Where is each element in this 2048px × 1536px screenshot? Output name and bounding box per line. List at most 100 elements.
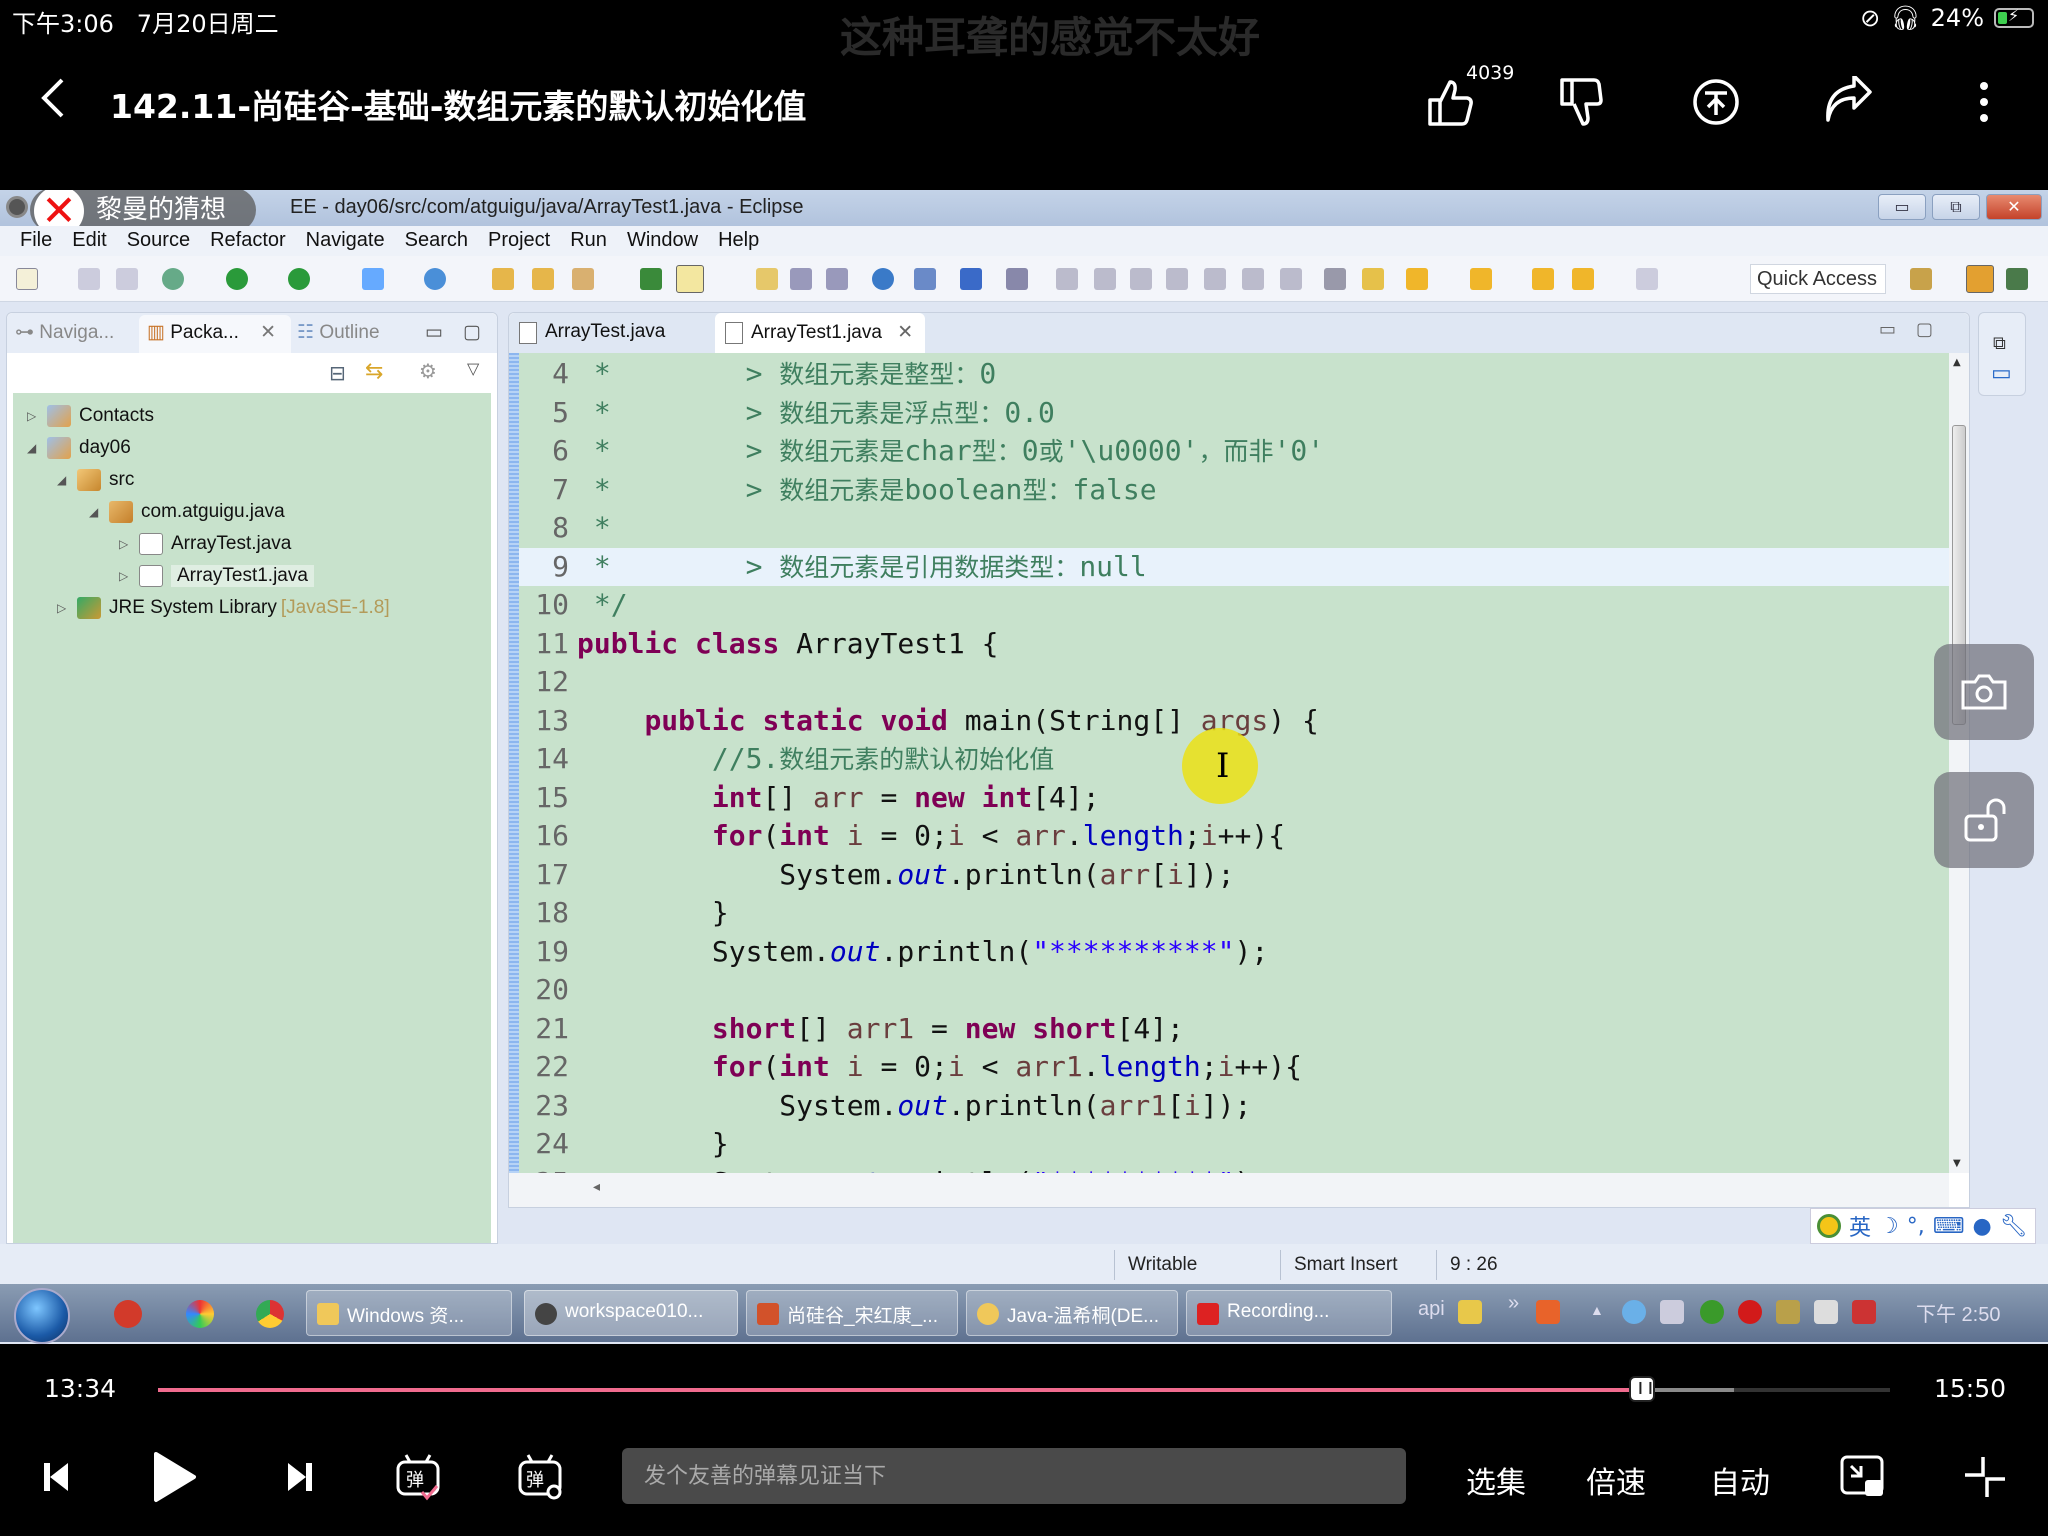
weather-icon[interactable] bbox=[1622, 1300, 1646, 1324]
whitespace-icon[interactable] bbox=[826, 268, 848, 290]
next-button[interactable] bbox=[282, 1450, 318, 1504]
coin-button[interactable] bbox=[1686, 72, 1746, 132]
play-button[interactable] bbox=[150, 1450, 200, 1504]
editor-tab-arraytest[interactable]: ArrayTest.java bbox=[509, 313, 677, 353]
danmaku-toggle-button[interactable]: 弹 bbox=[394, 1450, 444, 1504]
code-line[interactable]: 12 bbox=[519, 663, 1949, 702]
link-with-editor-icon[interactable]: ⇆ bbox=[365, 359, 383, 384]
ime-keyboard-icon[interactable]: ⌨ bbox=[1933, 1214, 1965, 1239]
menu-window[interactable]: Window bbox=[617, 226, 708, 256]
ime-punct-icon[interactable]: °, bbox=[1907, 1214, 1925, 1239]
security-icon[interactable] bbox=[1700, 1300, 1724, 1324]
terminate-icon[interactable] bbox=[1130, 268, 1152, 290]
last-edit-location-icon[interactable] bbox=[1532, 268, 1554, 290]
save-icon[interactable] bbox=[78, 268, 100, 290]
view-menu-icon[interactable]: ▽ bbox=[467, 359, 479, 378]
console-icon[interactable] bbox=[960, 268, 982, 290]
menu-file[interactable]: File bbox=[10, 226, 62, 256]
skip-breakpoints-icon[interactable] bbox=[1006, 268, 1028, 290]
code-line[interactable]: 17 System.out.println(arr[i]); bbox=[519, 856, 1949, 895]
horizontal-scrollbar[interactable]: ◂ bbox=[509, 1173, 1949, 1207]
open-resource-icon[interactable] bbox=[532, 268, 554, 290]
pip-button[interactable] bbox=[1838, 1450, 1888, 1504]
display-icon[interactable] bbox=[1852, 1300, 1876, 1324]
ime-moon-icon[interactable]: ☽ bbox=[1879, 1214, 1899, 1239]
menu-help[interactable]: Help bbox=[708, 226, 769, 256]
restore-view-icon[interactable]: ⧉ bbox=[1993, 333, 2006, 354]
progress-bar[interactable] bbox=[158, 1376, 1890, 1402]
deploy-icon[interactable] bbox=[914, 268, 936, 290]
expand-arrow-icon[interactable]: ▷ bbox=[57, 601, 77, 615]
expand-arrow-icon[interactable]: ▷ bbox=[119, 537, 139, 551]
screenshot-button[interactable] bbox=[1934, 644, 2034, 740]
taskbar-clock[interactable]: 下午 2:50 bbox=[1916, 1298, 2000, 1327]
previous-button[interactable] bbox=[38, 1450, 74, 1504]
code-line[interactable]: 22 for(int i = 0;i < arr1.length;i++){ bbox=[519, 1048, 1949, 1087]
menu-source[interactable]: Source bbox=[117, 226, 200, 256]
maximize-view-button[interactable]: ▢ bbox=[463, 321, 481, 344]
menu-navigate[interactable]: Navigate bbox=[296, 226, 395, 256]
network-warning-icon[interactable] bbox=[1776, 1300, 1800, 1324]
menu-search[interactable]: Search bbox=[395, 226, 478, 256]
tab-outline[interactable]: ☷ Outline bbox=[297, 321, 380, 344]
tray-expand-icon[interactable]: » bbox=[1508, 1292, 1519, 1315]
taskbar-java-doc[interactable]: Java-温希桐(DE... bbox=[966, 1290, 1178, 1336]
menu-project[interactable]: Project bbox=[478, 226, 560, 256]
back-icon[interactable] bbox=[1572, 268, 1594, 290]
vertical-scrollbar[interactable]: ▲ ▼ bbox=[1949, 353, 1969, 1173]
close-tab-icon[interactable]: ✕ bbox=[260, 322, 276, 343]
ime-user-icon[interactable]: ● bbox=[1973, 1214, 1992, 1239]
code-line[interactable]: 11 public class ArrayTest1 { bbox=[519, 625, 1949, 664]
filter-icon[interactable]: ⚙ bbox=[419, 359, 437, 383]
volume-icon[interactable] bbox=[1660, 1300, 1684, 1324]
start-button[interactable] bbox=[14, 1288, 70, 1344]
resume-icon[interactable] bbox=[1056, 268, 1078, 290]
run-icon[interactable] bbox=[226, 268, 248, 290]
code-line[interactable]: 16 for(int i = 0;i < arr.length;i++){ bbox=[519, 817, 1949, 856]
code-line[interactable]: 8 * bbox=[519, 509, 1949, 548]
code-line[interactable]: 23 System.out.println(arr1[i]); bbox=[519, 1087, 1949, 1126]
search-icon[interactable] bbox=[572, 268, 594, 290]
more-button[interactable] bbox=[1954, 72, 2014, 132]
next-edit-icon[interactable] bbox=[1406, 268, 1428, 290]
tree-item-jre-library[interactable]: ▷ JRE System Library [JavaSE-1.8] bbox=[57, 593, 390, 623]
share-button[interactable] bbox=[1818, 72, 1878, 132]
editor-tab-arraytest1[interactable]: ArrayTest1.java ✕ bbox=[715, 313, 926, 353]
minimize-button[interactable]: ▭ bbox=[1878, 194, 1926, 220]
block-selection-icon[interactable] bbox=[790, 268, 812, 290]
mark-occurrences-icon[interactable] bbox=[676, 265, 704, 293]
menu-run[interactable]: Run bbox=[560, 226, 617, 256]
open-type-icon[interactable] bbox=[492, 268, 514, 290]
code-line[interactable]: 25 System.out.println("**********"); bbox=[519, 1164, 1949, 1174]
debug-icon[interactable] bbox=[162, 268, 184, 290]
tree-item-src[interactable]: ◢ src bbox=[57, 465, 134, 495]
ime-settings-icon[interactable]: 🔧︎ bbox=[2000, 1214, 2028, 1239]
browser-icon[interactable] bbox=[872, 268, 894, 290]
taskbar-explorer[interactable]: Windows 资... bbox=[306, 1290, 512, 1336]
close-tab-icon[interactable]: ✕ bbox=[897, 322, 913, 343]
java-perspective-icon[interactable] bbox=[2006, 268, 2028, 290]
next-annotation-icon[interactable] bbox=[756, 268, 778, 290]
forward-icon[interactable] bbox=[1636, 268, 1658, 290]
use-step-filters-icon[interactable] bbox=[1324, 268, 1346, 290]
save-all-icon[interactable] bbox=[116, 268, 138, 290]
code-line[interactable]: 4 * > 数组元素是整型：0 bbox=[519, 355, 1949, 394]
collapse-all-icon[interactable]: ⊟ bbox=[329, 361, 346, 385]
expand-arrow-icon[interactable]: ▷ bbox=[27, 409, 47, 423]
disconnect-icon[interactable] bbox=[1166, 268, 1188, 290]
pinned-app-icon[interactable] bbox=[186, 1300, 214, 1328]
run-external-icon[interactable] bbox=[288, 268, 310, 290]
quality-button[interactable]: 自动 bbox=[1710, 1458, 1770, 1502]
lock-screen-button[interactable] bbox=[1934, 772, 2034, 868]
danmaku-settings-button[interactable]: 弹 bbox=[516, 1450, 566, 1504]
code-line[interactable]: 20 bbox=[519, 971, 1949, 1010]
code-line[interactable]: 19 System.out.println("**********"); bbox=[519, 933, 1949, 972]
menu-edit[interactable]: Edit bbox=[62, 226, 116, 256]
new-class-icon[interactable] bbox=[424, 268, 446, 290]
new-icon[interactable] bbox=[16, 268, 38, 290]
episodes-button[interactable]: 选集 bbox=[1466, 1458, 1526, 1502]
tree-item-day06[interactable]: ◢ day06 bbox=[27, 433, 131, 463]
drop-to-frame-icon[interactable] bbox=[1362, 268, 1384, 290]
code-line[interactable]: 10 */ bbox=[519, 586, 1949, 625]
power-icon[interactable] bbox=[1814, 1300, 1838, 1324]
